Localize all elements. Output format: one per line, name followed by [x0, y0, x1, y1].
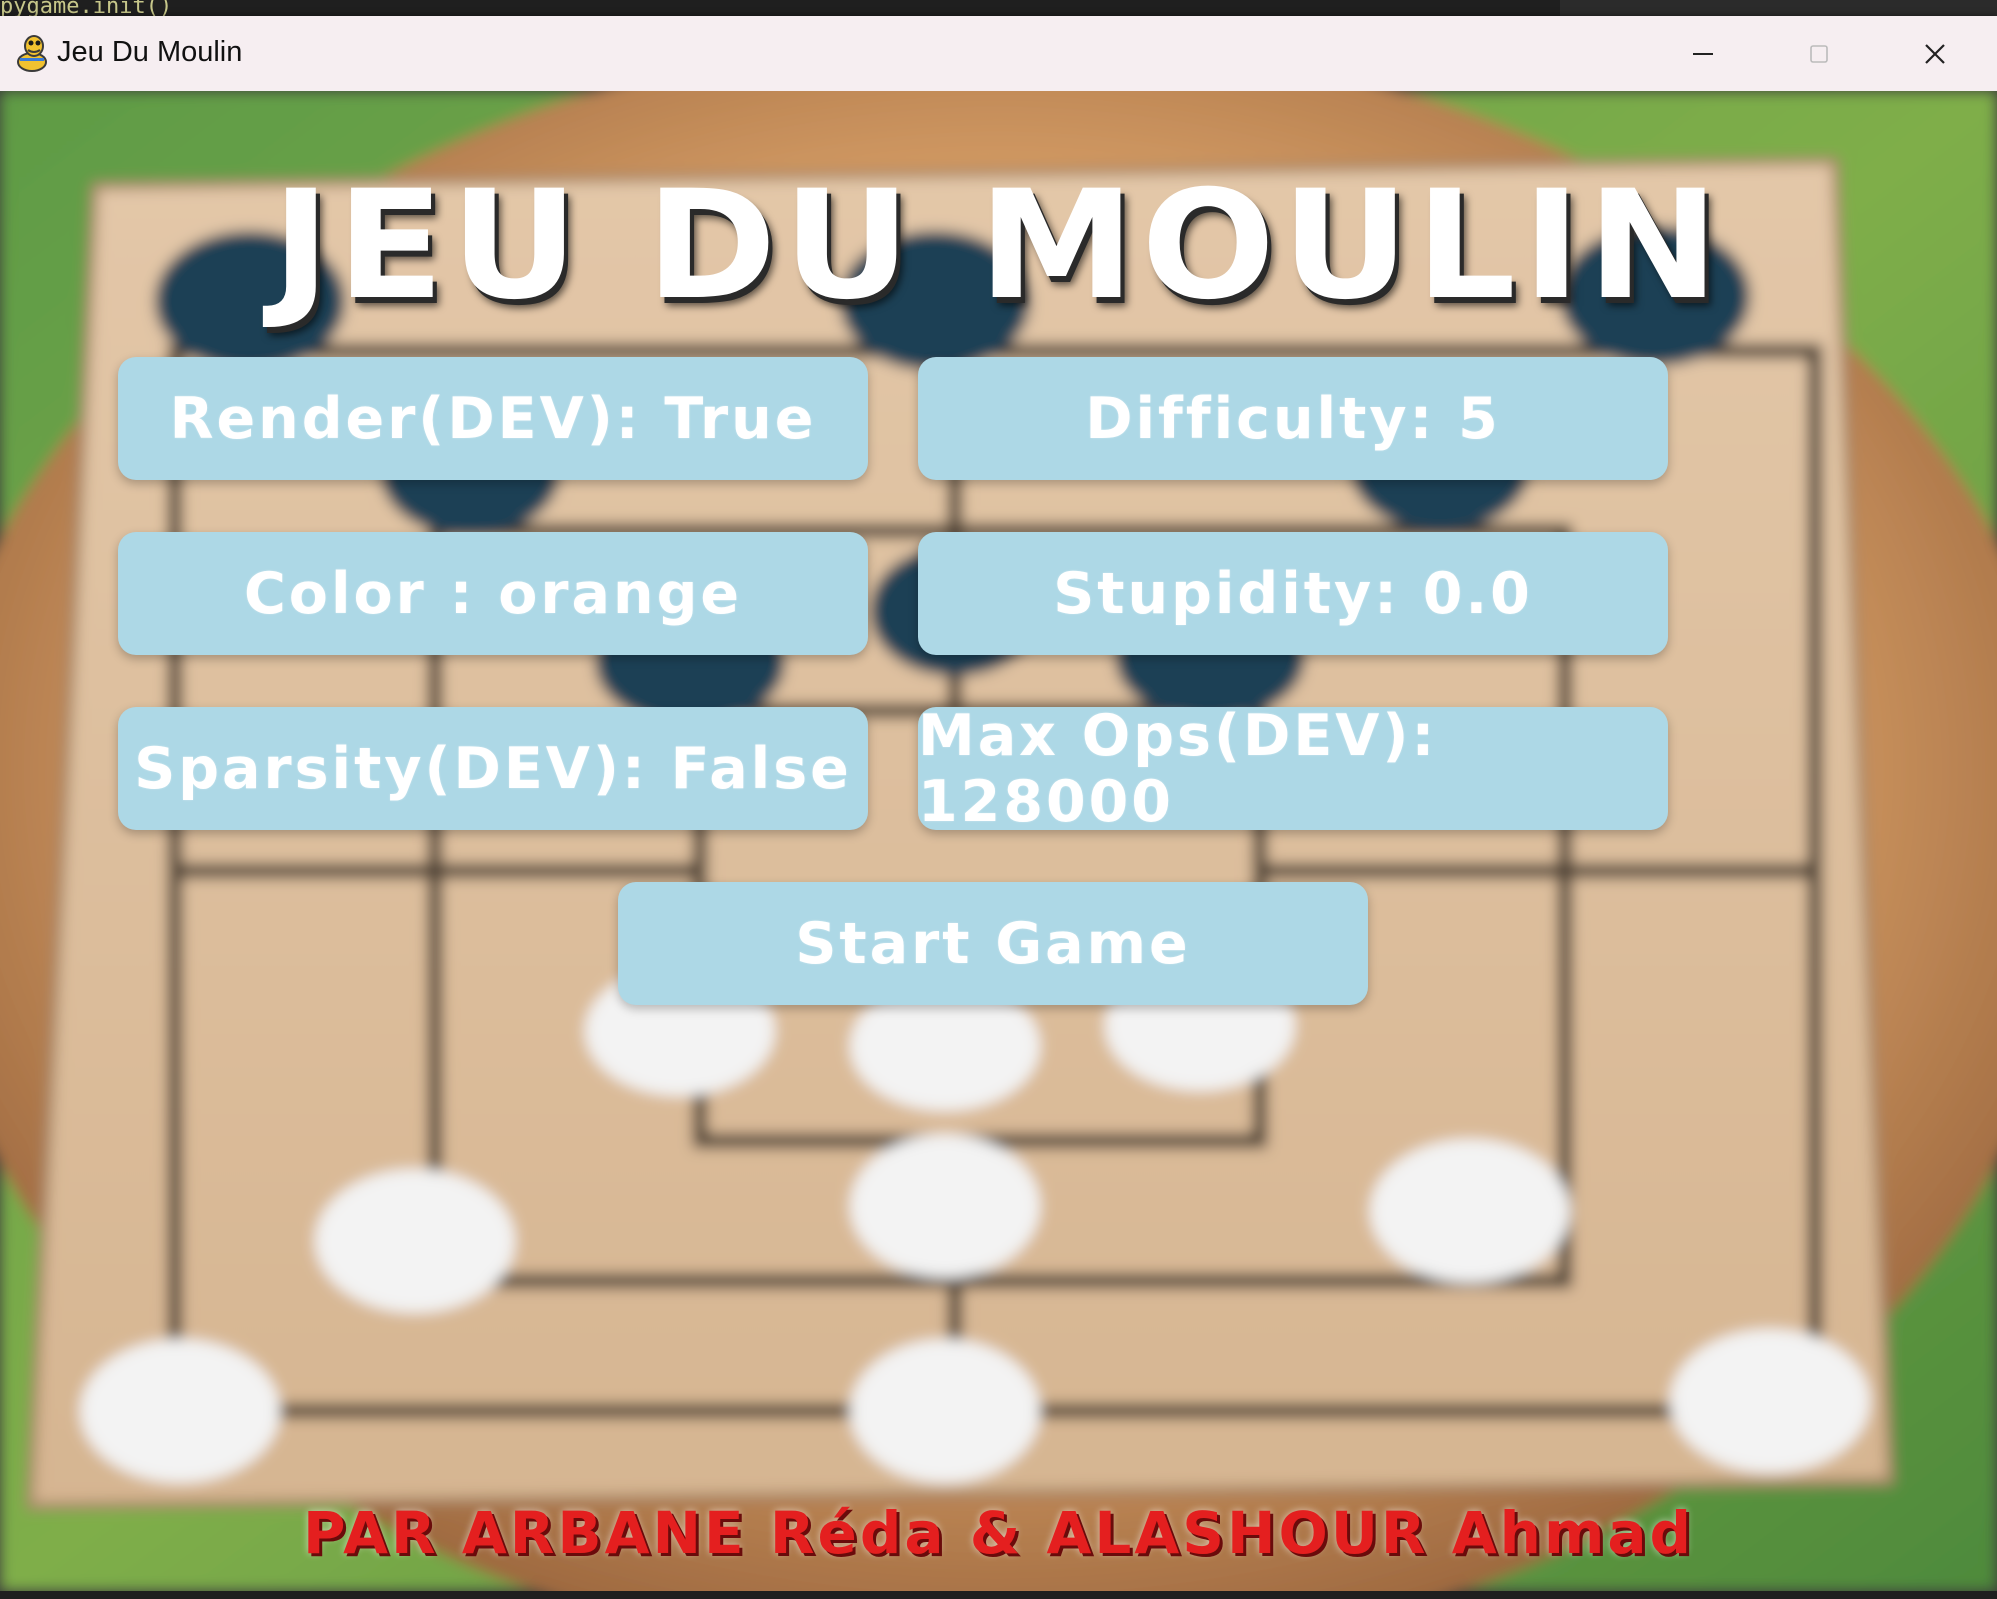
pygame-snake-icon — [17, 35, 47, 72]
color-label: Color : orange — [243, 560, 743, 627]
close-button[interactable] — [1877, 16, 1993, 91]
stupidity-label: Stupidity: 0.0 — [1053, 560, 1533, 627]
render-dev-button[interactable]: Render(DEV): True — [118, 357, 868, 480]
window-title: Jeu Du Moulin — [57, 36, 243, 68]
close-icon — [1925, 43, 1945, 64]
maximize-icon — [1810, 44, 1828, 63]
max-ops-dev-label: Max Ops(DEV): 128000 — [918, 702, 1438, 835]
stupidity-button[interactable]: Stupidity: 0.0 — [918, 532, 1668, 655]
minimize-icon — [1693, 52, 1713, 55]
title-bar[interactable]: Jeu Du Moulin — [0, 16, 1997, 91]
difficulty-button[interactable]: Difficulty: 5 — [918, 357, 1668, 480]
game-title: JEU DU MOULIN — [271, 159, 1726, 333]
color-button[interactable]: Color : orange — [118, 532, 868, 655]
max-ops-dev-button[interactable]: Max Ops(DEV): 128000 — [918, 703, 1668, 835]
render-dev-label: Render(DEV): True — [169, 385, 817, 452]
sparsity-dev-label: Sparsity(DEV): False — [134, 735, 852, 802]
minimize-button[interactable] — [1645, 16, 1761, 91]
game-surface: JEU DU MOULIN Render(DEV): True Difficul… — [0, 91, 1997, 1591]
difficulty-label: Difficulty: 5 — [1085, 385, 1501, 452]
editor-bottom-strip — [0, 1591, 1997, 1599]
start-game-label: Start Game — [795, 910, 1191, 977]
start-game-button[interactable]: Start Game — [618, 882, 1368, 1005]
credits-text: PAR ARBANE Réda & ALASHOUR Ahmad — [302, 1499, 1695, 1567]
maximize-button[interactable] — [1761, 16, 1877, 91]
game-window: Jeu Du Moulin JEU DU MOULIN Render(DEV):… — [0, 16, 1997, 1591]
sparsity-dev-button[interactable]: Sparsity(DEV): False — [118, 707, 868, 830]
